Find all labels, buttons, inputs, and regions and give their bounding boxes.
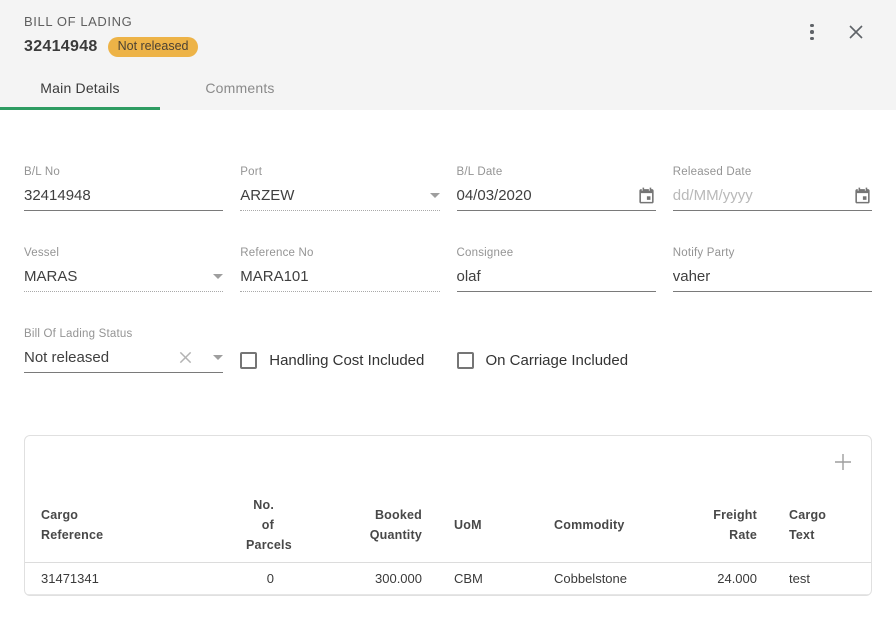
chevron-down-icon[interactable] — [213, 355, 223, 360]
field-label: Bill Of Lading Status — [24, 328, 223, 340]
col-cargo-text: CargoText — [773, 488, 871, 563]
checkbox-box — [240, 352, 257, 369]
cell-cargo-reference: 31471341 — [25, 563, 230, 595]
field-bl-status: Bill Of Lading Status Not released — [24, 328, 223, 373]
cell-commodity: Cobbelstone — [538, 563, 643, 595]
active-tab-indicator — [0, 107, 160, 110]
cell-freight-rate: 24.000 — [643, 563, 773, 595]
document-number: 32414948 — [24, 38, 98, 56]
field-label: B/L Date — [457, 166, 656, 178]
tab-main-details[interactable]: Main Details — [0, 66, 160, 110]
field-label: Vessel — [24, 247, 223, 259]
col-uom: UoM — [438, 488, 538, 563]
field-bl-date: B/L Date 04/03/2020 — [457, 166, 656, 211]
on-carriage-checkbox[interactable]: On Carriage Included — [457, 347, 656, 373]
field-vessel: Vessel MARAS — [24, 247, 223, 292]
col-freight-rate: FreightRate — [643, 488, 773, 563]
col-no-of-parcels: No. ofParcels — [230, 488, 290, 563]
field-reference-no: Reference No MARA101 — [240, 247, 439, 292]
checkbox-box — [457, 352, 474, 369]
handling-cost-checkbox[interactable]: Handling Cost Included — [240, 347, 439, 373]
close-button[interactable] — [842, 18, 870, 46]
field-label: Consignee — [457, 247, 656, 259]
port-select[interactable]: ARZEW — [240, 185, 439, 211]
vessel-select[interactable]: MARAS — [24, 266, 223, 292]
field-label: Released Date — [673, 166, 872, 178]
field-label: B/L No — [24, 166, 223, 178]
reference-no-input[interactable]: MARA101 — [240, 266, 439, 292]
cargo-lines-card: CargoReference No. ofParcels BookedQuant… — [24, 435, 872, 596]
more-options-button[interactable] — [798, 18, 826, 46]
page-title: BILL OF LADING — [0, 0, 896, 29]
plus-icon — [832, 451, 854, 473]
calendar-icon[interactable] — [637, 186, 656, 205]
tab-comments[interactable]: Comments — [160, 66, 320, 110]
chevron-down-icon[interactable] — [213, 274, 223, 279]
col-booked-quantity: BookedQuantity — [290, 488, 438, 563]
field-label: Reference No — [240, 247, 439, 259]
cell-no-of-parcels: 0 — [230, 563, 290, 595]
main-details-form: B/L No 32414948 Port ARZEW B/L Date 04/0… — [0, 110, 896, 373]
released-date-input[interactable]: dd/MM/yyyy — [673, 185, 872, 211]
clear-icon[interactable] — [178, 350, 193, 365]
status-badge: Not released — [108, 37, 199, 57]
field-consignee: Consignee olaf — [457, 247, 656, 292]
col-commodity: Commodity — [538, 488, 643, 563]
field-notify-party: Notify Party vaher — [673, 247, 872, 292]
field-label: Port — [240, 166, 439, 178]
cargo-table-header-row: CargoReference No. ofParcels BookedQuant… — [25, 488, 871, 563]
bl-no-input[interactable]: 32414948 — [24, 185, 223, 211]
calendar-icon[interactable] — [853, 186, 872, 205]
close-icon — [848, 24, 864, 40]
dialog-header: BILL OF LADING 32414948 Not released Mai… — [0, 0, 896, 110]
col-cargo-reference: CargoReference — [25, 488, 230, 563]
cell-cargo-text: test — [773, 563, 871, 595]
field-bl-no: B/L No 32414948 — [24, 166, 223, 211]
tab-bar: Main Details Comments — [0, 66, 320, 110]
bl-status-select[interactable]: Not released — [24, 347, 223, 373]
cell-booked-quantity: 300.000 — [290, 563, 438, 595]
kebab-menu-icon — [810, 24, 814, 41]
notify-party-input[interactable]: vaher — [673, 266, 872, 292]
consignee-input[interactable]: olaf — [457, 266, 656, 292]
add-cargo-line-button[interactable] — [828, 447, 858, 477]
field-port: Port ARZEW — [240, 166, 439, 211]
cell-uom: CBM — [438, 563, 538, 595]
cargo-table: CargoReference No. ofParcels BookedQuant… — [25, 488, 871, 595]
field-label: Notify Party — [673, 247, 872, 259]
field-released-date: Released Date dd/MM/yyyy — [673, 166, 872, 211]
chevron-down-icon[interactable] — [430, 193, 440, 198]
cargo-table-row[interactable]: 31471341 0 300.000 CBM Cobbelstone 24.00… — [25, 563, 871, 595]
bl-date-input[interactable]: 04/03/2020 — [457, 185, 656, 211]
